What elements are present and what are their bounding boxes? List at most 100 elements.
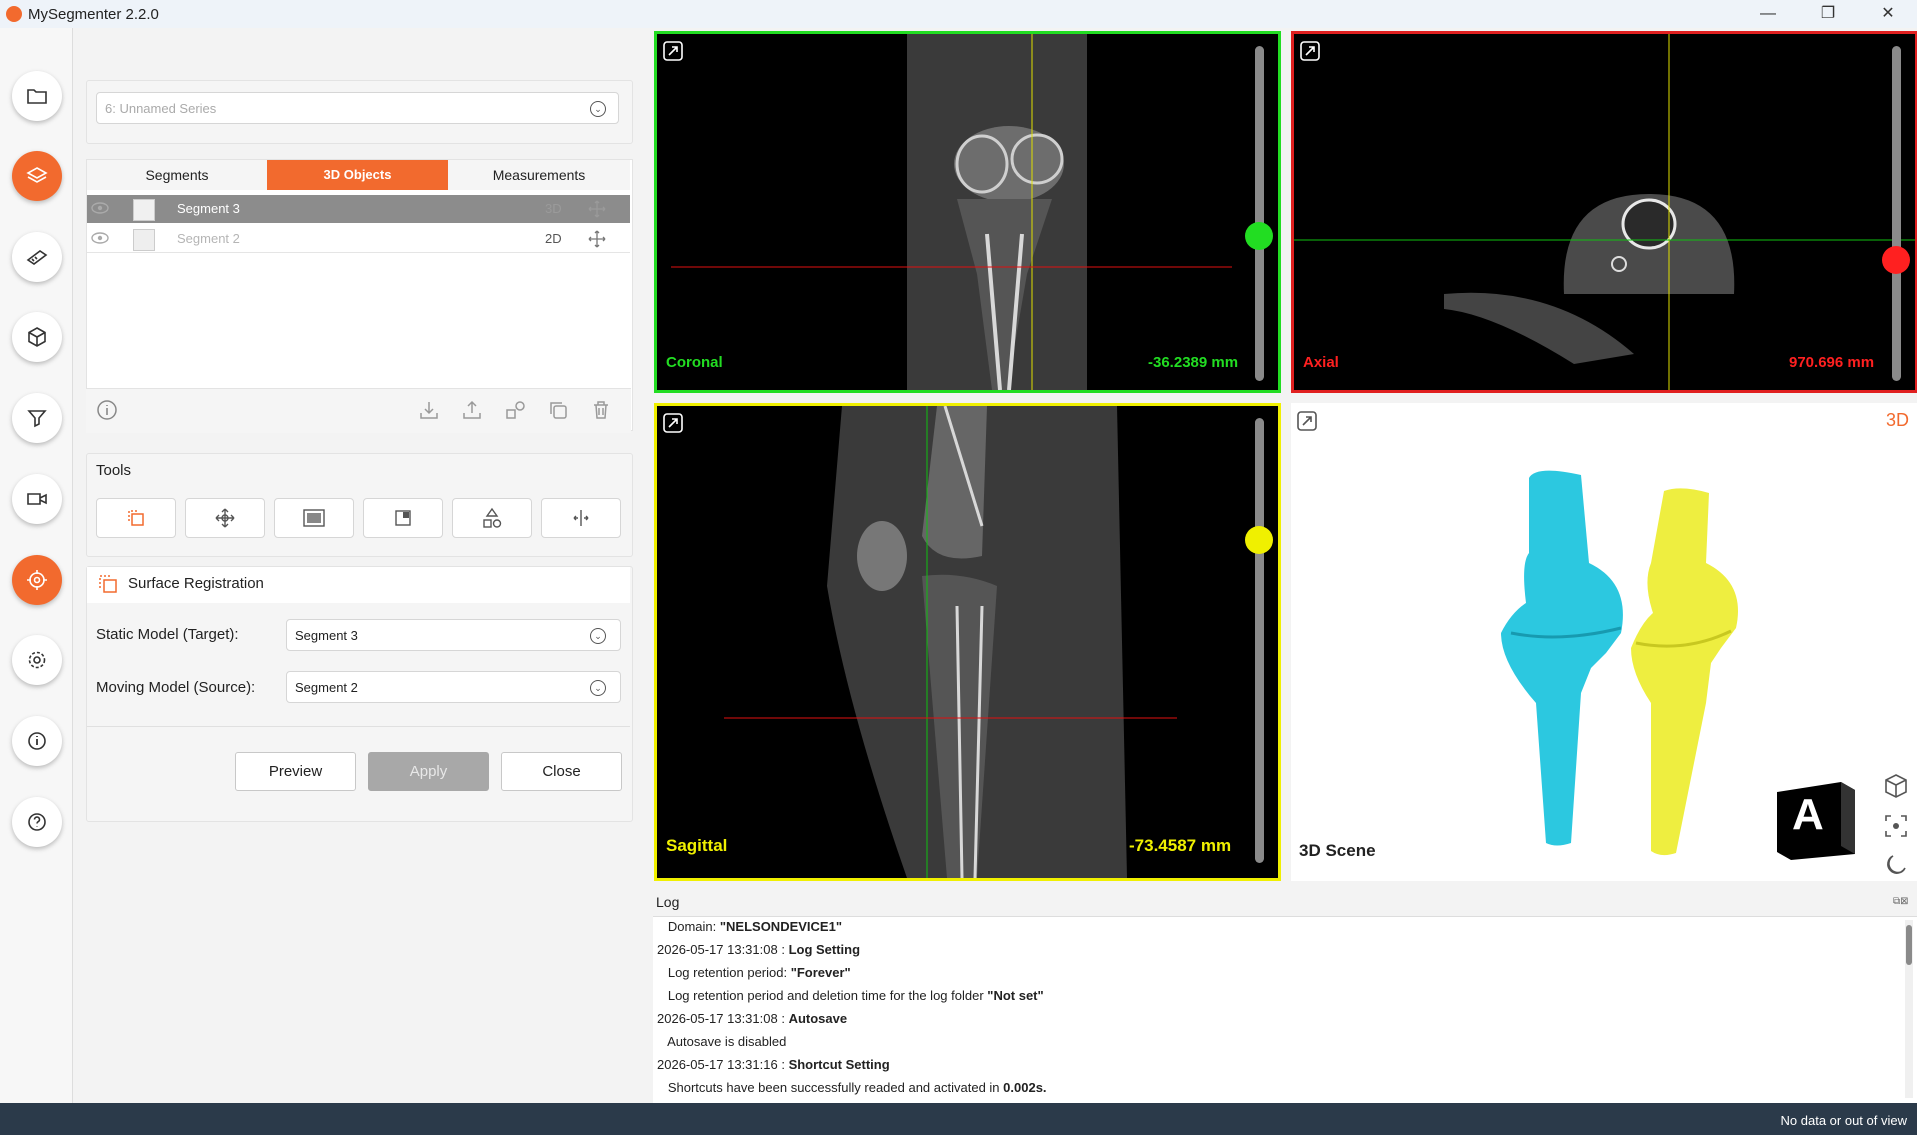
info-button[interactable]: [94, 397, 120, 423]
eye-icon[interactable]: [90, 230, 110, 246]
log-line: 2026-05-17 13:31:08 : Autosave: [657, 1011, 848, 1026]
target-icon: [27, 570, 47, 590]
filter-icon: [27, 410, 47, 428]
eye-icon[interactable]: [90, 200, 110, 216]
moving-model-value: Segment 2: [295, 680, 358, 695]
tab-segments[interactable]: Segments: [87, 160, 267, 190]
primitives-tool-button[interactable]: [452, 498, 532, 538]
axial-slider-handle[interactable]: [1882, 246, 1910, 274]
registration-tool-button[interactable]: [96, 498, 176, 538]
help-button[interactable]: [12, 797, 62, 847]
record-button[interactable]: [12, 474, 62, 524]
focus-icon[interactable]: [1883, 813, 1909, 839]
sagittal-label: Sagittal: [666, 836, 728, 855]
tab-measurements[interactable]: Measurements: [448, 160, 630, 190]
shapes-button[interactable]: [502, 397, 528, 423]
layers-icon: [26, 167, 48, 183]
log-window-controls[interactable]: ⧉⊠: [1893, 896, 1909, 907]
layers-button[interactable]: [12, 151, 62, 201]
move-icon[interactable]: [588, 200, 606, 218]
crop-tool-button[interactable]: [363, 498, 443, 538]
mirror-icon: [573, 510, 589, 526]
shapes-icon: [483, 507, 502, 528]
close-window-button[interactable]: ✕: [1868, 2, 1908, 26]
moving-model-select[interactable]: Segment 2: [286, 671, 621, 703]
object-mode[interactable]: 3D: [545, 195, 562, 223]
info-button[interactable]: [12, 716, 62, 766]
axial-viewport[interactable]: [1291, 31, 1917, 393]
chevron-down-icon: ⌄: [590, 101, 606, 117]
close-button[interactable]: Close: [501, 752, 622, 791]
color-swatch[interactable]: [133, 229, 155, 251]
delete-button[interactable]: [588, 397, 614, 423]
expand-icon[interactable]: [1299, 40, 1321, 62]
model-button[interactable]: [12, 312, 62, 362]
log-line: Log retention period and deletion time f…: [657, 988, 1044, 1003]
sagittal-slider-handle[interactable]: [1245, 526, 1273, 554]
coronal-ct-image: [671, 34, 1232, 390]
sagittal-slice-slider[interactable]: [1255, 418, 1264, 863]
coronal-viewport[interactable]: [654, 31, 1281, 393]
3d-mode-tag: 3D: [1886, 410, 1910, 430]
log-line: Domain: "NELSONDEVICE1": [657, 919, 842, 934]
sagittal-viewport[interactable]: [654, 403, 1281, 881]
import-button[interactable]: [416, 397, 442, 423]
image-tool-button[interactable]: [274, 498, 354, 538]
info-icon: [28, 732, 46, 750]
chevron-down-icon: ⌄: [590, 628, 606, 644]
sagittal-ct-image: [724, 406, 1177, 878]
log-line: Log retention period: "Forever": [657, 965, 851, 980]
moving-model-label: Moving Model (Source):: [96, 679, 256, 696]
chevron-down-icon: ⌄: [590, 680, 606, 696]
expand-icon[interactable]: [662, 40, 684, 62]
surface-registration-title: Surface Registration: [128, 575, 264, 592]
log-scroll-thumb[interactable]: [1906, 925, 1912, 965]
axial-position: 970.696 mm: [1789, 354, 1875, 371]
open-folder-button[interactable]: [12, 71, 62, 121]
status-bar: [0, 1103, 1917, 1135]
export-button[interactable]: [459, 397, 485, 423]
moon-icon[interactable]: [1883, 852, 1909, 878]
shapes-icon: [506, 401, 525, 419]
static-model-label: Static Model (Target):: [96, 626, 239, 643]
coronal-slice-slider[interactable]: [1255, 46, 1264, 381]
divider: [87, 726, 630, 727]
axial-slice-slider[interactable]: [1892, 46, 1901, 381]
coronal-position: -36.2389 mm: [1148, 354, 1239, 371]
maximize-button[interactable]: ❐: [1808, 2, 1848, 26]
filter-button[interactable]: [12, 393, 62, 443]
minimize-button[interactable]: —: [1748, 2, 1788, 26]
cube-icon: [28, 327, 46, 347]
measure-button[interactable]: [12, 232, 62, 282]
log-line: 2026-05-17 13:31:08 : Log Setting: [657, 942, 861, 957]
registration-icon: [128, 510, 144, 526]
expand-icon[interactable]: [1296, 410, 1318, 432]
log-line: Autosave is disabled: [657, 1034, 787, 1049]
status-text: No data or out of view: [1780, 1113, 1907, 1128]
apply-button[interactable]: Apply: [368, 752, 489, 791]
coronal-slider-handle[interactable]: [1245, 222, 1273, 250]
registration-icon: [99, 575, 117, 593]
tools-heading: Tools: [96, 462, 132, 479]
move-icon: [215, 508, 235, 528]
transform-tool-button[interactable]: [185, 498, 265, 538]
log-line: 2026-05-17 13:31:16 : Shortcut Setting: [657, 1057, 890, 1072]
axial-ct-image: [1294, 34, 1915, 390]
mirror-tool-button[interactable]: [541, 498, 621, 538]
cube-view-icon[interactable]: [1883, 773, 1909, 799]
object-mode[interactable]: 2D: [545, 225, 562, 253]
expand-icon[interactable]: [662, 412, 684, 434]
static-model-select[interactable]: Segment 3: [286, 619, 621, 651]
folder-icon: [27, 89, 47, 104]
color-swatch[interactable]: [133, 199, 155, 221]
title-bar: [0, 0, 1917, 28]
crop-icon: [395, 510, 411, 526]
settings-button[interactable]: [12, 635, 62, 685]
duplicate-button[interactable]: [545, 397, 571, 423]
registration-button[interactable]: [12, 555, 62, 605]
move-icon[interactable]: [588, 230, 606, 248]
app-logo-icon: [6, 6, 22, 22]
preview-button[interactable]: Preview: [235, 752, 356, 791]
series-select[interactable]: 6: Unnamed Series: [96, 92, 619, 124]
tab-3d-objects[interactable]: 3D Objects: [267, 160, 448, 190]
